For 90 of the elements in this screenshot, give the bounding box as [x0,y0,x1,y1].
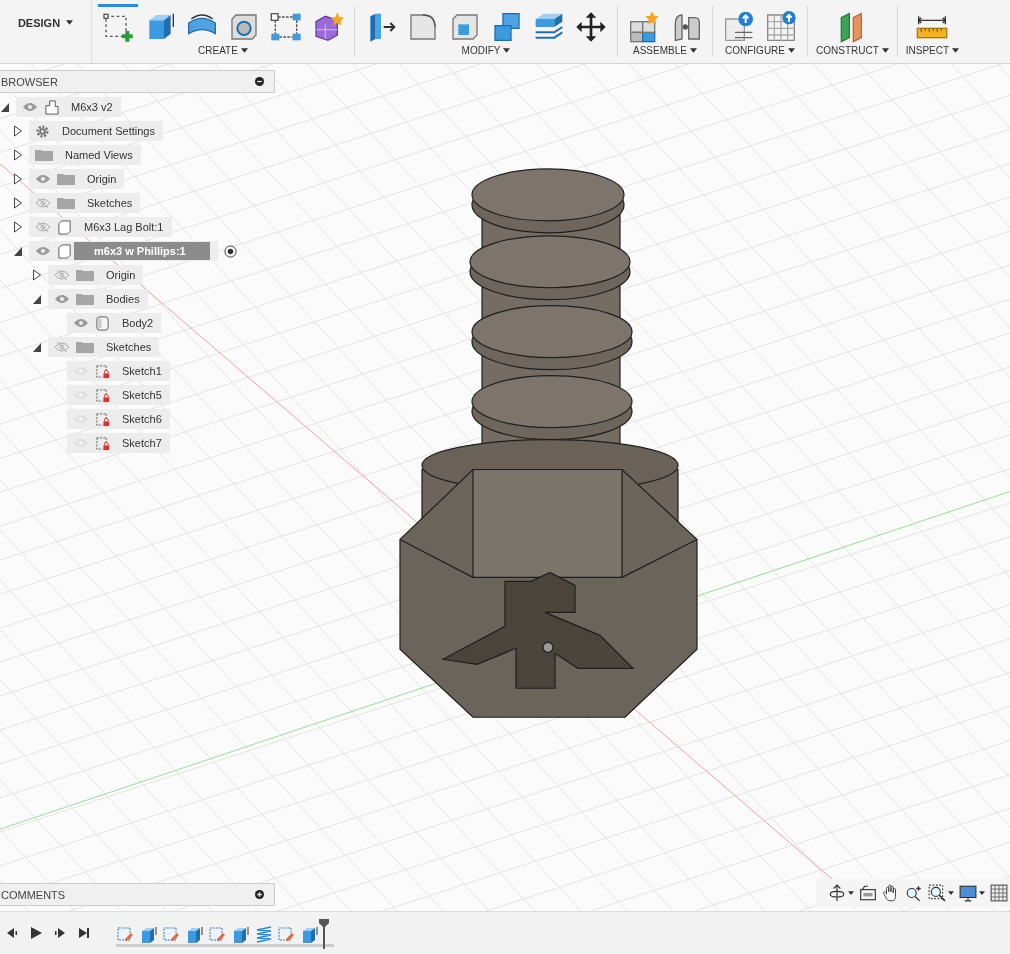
expand-toggle-icon[interactable] [0,101,10,113]
toolbar-group-menu[interactable]: CONSTRUCT [814,44,891,57]
collapse-icon[interactable] [255,77,264,86]
caret-icon [503,48,511,53]
tree-item[interactable]: Sketch1 [67,361,170,381]
caret-icon [952,48,960,53]
gear-icon [35,123,50,139]
tree-item[interactable]: Named Views [29,145,141,165]
toolbar-group-menu[interactable]: CREATE [196,44,250,57]
sketch-lock-icon [95,411,110,427]
folder-icon [76,268,94,282]
tree-item[interactable]: Sketch5 [67,385,170,405]
tree-item[interactable]: Origin [29,169,125,189]
table-icon [765,11,797,43]
caret-icon [240,48,248,53]
sketch-icon [102,11,134,43]
expand-toggle-icon[interactable] [32,293,42,305]
cube-star-icon [312,11,344,43]
extrude-feature-icon[interactable] [300,925,318,943]
toolbar-group-menu[interactable]: CONFIGURE [723,44,797,57]
tree-item[interactable]: Sketches [29,193,141,213]
toolbar-group-menu[interactable]: INSPECT [903,44,962,57]
cube-outline-icon [57,219,72,235]
caret-icon [881,48,889,53]
move-arrows-icon [575,11,607,43]
orbit-icon[interactable] [828,884,846,902]
caret-icon[interactable] [848,891,854,895]
boxes-icon [491,11,523,43]
folder-icon [76,292,94,306]
add-icon[interactable] [255,890,264,899]
expand-toggle-icon[interactable] [32,269,42,281]
expand-toggle-icon[interactable] [13,245,23,257]
folder-icon [57,196,75,210]
caret-icon[interactable] [948,891,954,895]
caret-icon [689,48,697,53]
tree-item[interactable]: Sketch6 [67,409,170,429]
hole-icon [228,11,260,43]
sketch-lock-icon [95,363,110,379]
expand-toggle-icon[interactable] [13,125,23,137]
pattern-icon [270,11,302,43]
zoom-icon[interactable] [905,884,923,902]
folder-icon [76,340,94,354]
tree-item[interactable]: M6x3 v2 [16,97,121,117]
cube-outline-icon [57,243,72,259]
camera-view-icon[interactable] [859,884,877,902]
rounded-box-icon [407,11,439,43]
document-icon [44,99,59,115]
sketch-lock-icon [95,387,110,403]
body-icon [95,315,110,331]
sketch-feature-icon[interactable] [277,925,295,943]
expand-toggle-icon[interactable] [32,341,42,353]
tree-item[interactable]: Sketch7 [67,433,170,453]
browser-title: BROWSER [1,75,58,88]
tree-item[interactable]: Sketches [48,337,160,357]
tree-item[interactable]: Document Settings [29,121,163,141]
caret-icon[interactable] [979,891,985,895]
skip-end-icon[interactable] [76,925,92,941]
new-component-icon [628,11,660,43]
caret-icon [66,20,74,25]
expand-toggle-icon[interactable] [13,221,23,233]
shell-box-icon [449,11,481,43]
extrude-feature-icon[interactable] [185,925,203,943]
tree-item[interactable]: Bodies [48,289,148,309]
coil-feature-icon[interactable] [254,925,272,943]
expand-toggle-icon[interactable] [13,149,23,161]
tree-item[interactable]: Body2 [67,313,162,333]
sketch-feature-icon[interactable] [208,925,226,943]
active-radio-icon[interactable] [223,244,237,258]
extrude-feature-icon[interactable] [139,925,157,943]
monitor-icon[interactable] [959,884,977,902]
toolbar-group-menu[interactable]: MODIFY [459,44,513,57]
sketch-feature-icon[interactable] [116,925,134,943]
extrude-feature-icon[interactable] [231,925,249,943]
grid-icon[interactable] [990,884,1008,902]
tree-item[interactable]: Origin [48,265,144,285]
parameters-icon [723,11,755,43]
play-icon[interactable] [28,925,44,941]
tree-item[interactable]: M6x3 Lag Bolt:1 [29,217,172,237]
timeline-marker-icon[interactable] [319,919,329,949]
folder-icon [57,172,75,186]
comments-title: COMMENTS [1,888,66,901]
sketch-lock-icon [95,435,110,451]
sketch-tool[interactable] [98,4,138,44]
caret-icon [788,48,795,53]
expand-toggle-icon[interactable] [13,197,23,209]
toolbar-group-menu[interactable]: ASSEMBLE [631,44,699,57]
folder-icon [35,148,53,162]
sketch-feature-icon[interactable] [162,925,180,943]
expand-toggle-icon[interactable] [13,173,23,185]
zoom-window-icon[interactable] [928,884,946,902]
